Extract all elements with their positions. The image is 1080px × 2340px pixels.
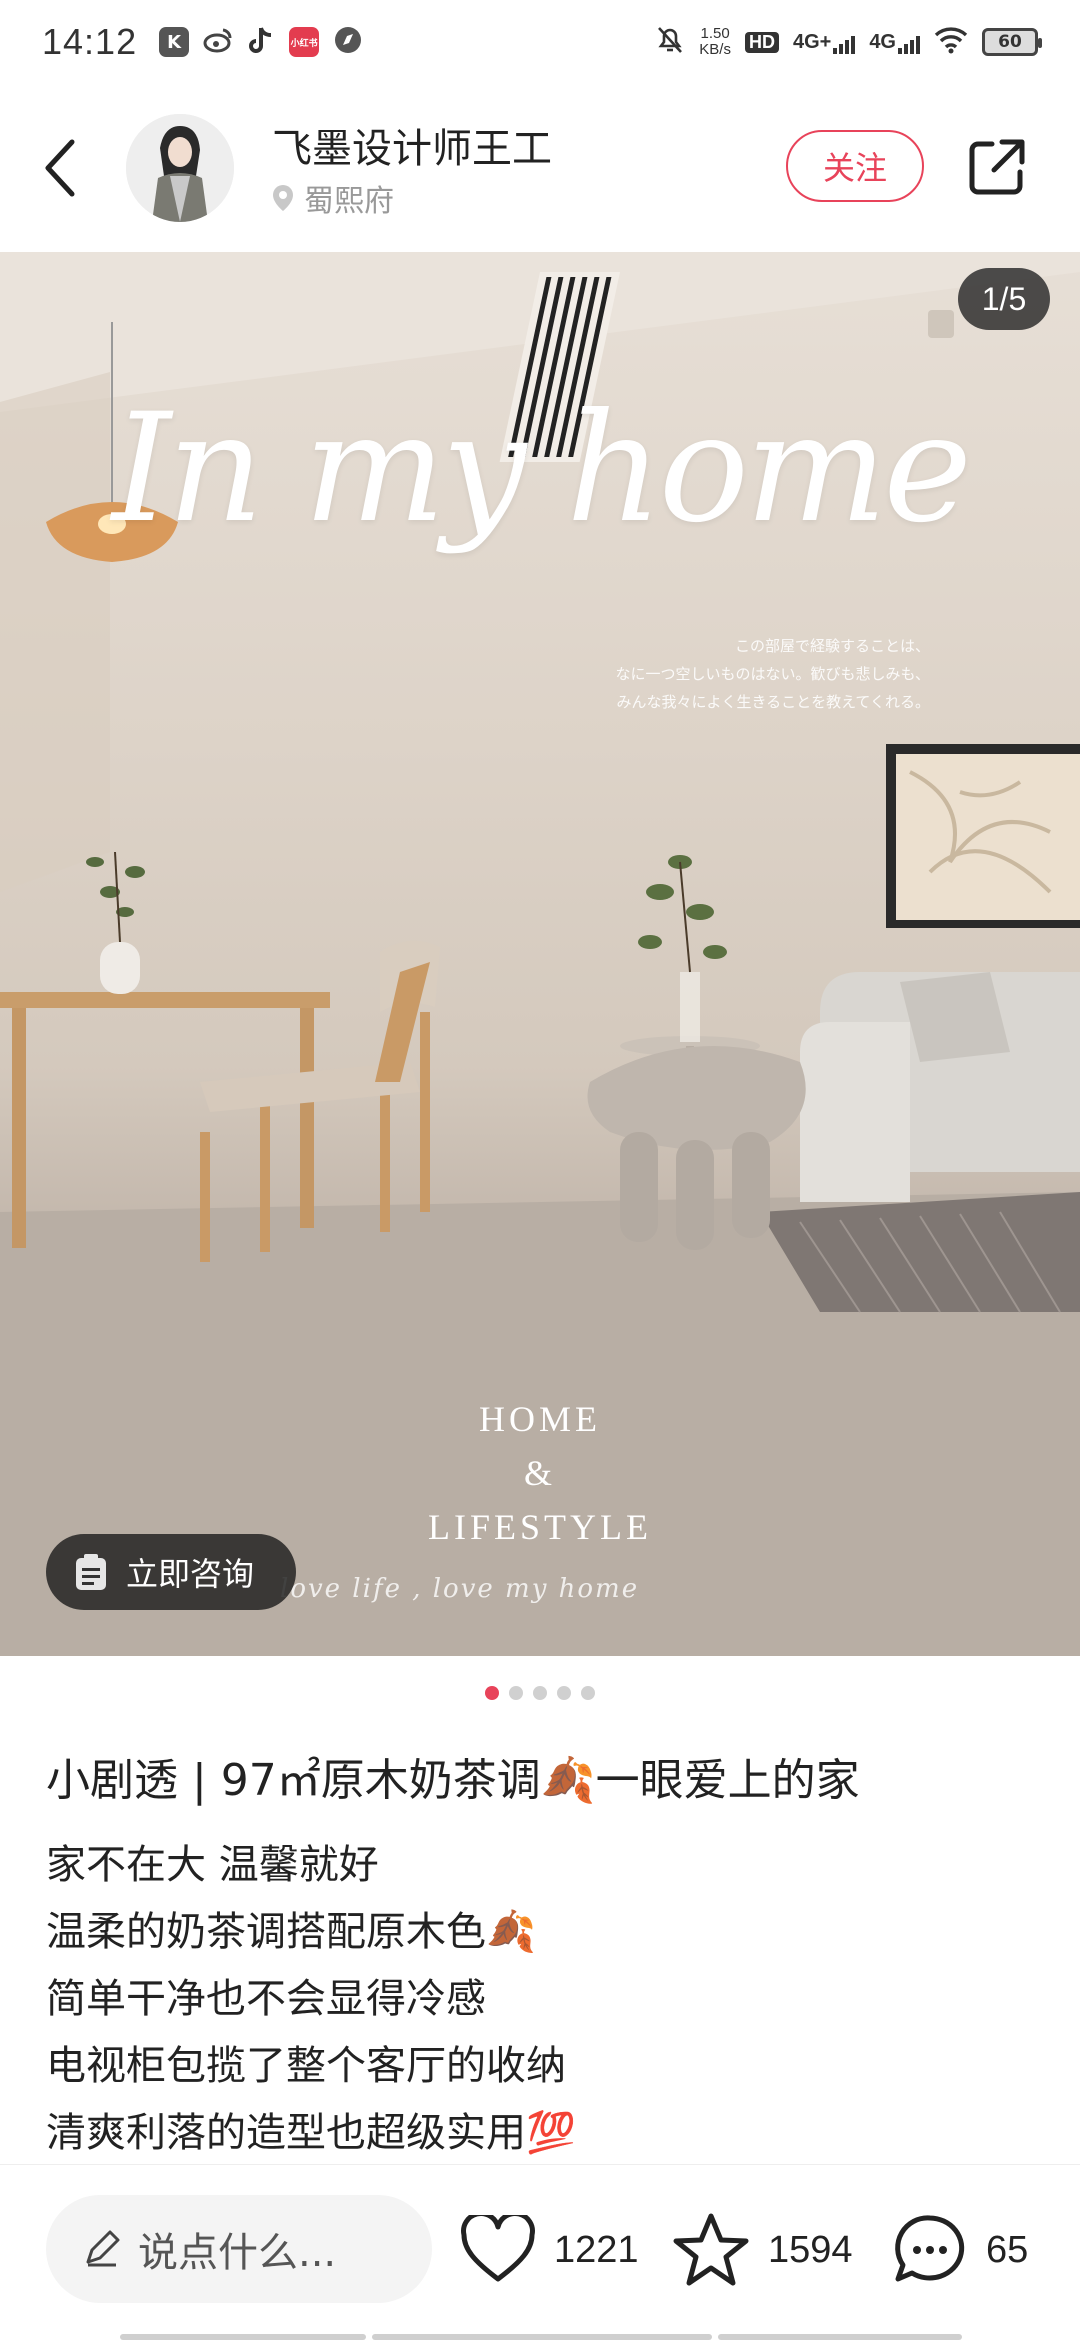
post-body-line: 电视柜包揽了整个客厅的收纳	[46, 2043, 566, 2089]
carousel-dot-active[interactable]	[485, 1686, 499, 1700]
nav-indicator	[372, 2334, 712, 2340]
signal-1: 4G+	[792, 30, 856, 54]
xiaohongshu-icon: 小红书	[289, 27, 320, 57]
heart-icon	[461, 2215, 535, 2282]
collect-button[interactable]: 1594	[672, 2205, 853, 2295]
collect-count: 1594	[768, 2228, 853, 2271]
like-count: 1221	[554, 2228, 639, 2271]
post-body: 家不在大 温馨就好 温柔的奶茶调搭配原木色🍂 简单干净也不会显得冷感 电视柜包揽…	[46, 1832, 1046, 2167]
share-icon	[969, 139, 1025, 195]
chevron-left-icon	[45, 139, 75, 197]
location[interactable]: 蜀熙府	[272, 176, 394, 220]
hd-label: HD	[744, 31, 779, 53]
status-right: 1.50 KB/s HD 4G+ 4G 60	[655, 24, 1042, 60]
speed-unit: KB/s	[699, 41, 731, 58]
battery-icon: 60	[982, 28, 1042, 56]
carousel-dot[interactable]	[533, 1686, 547, 1700]
carousel-dots	[0, 1686, 1080, 1700]
follow-button[interactable]: 关注	[786, 130, 924, 202]
wifi-icon	[934, 26, 968, 58]
mute-icon	[655, 24, 685, 60]
home-line: HOME	[479, 1399, 601, 1439]
post-title: 小剧透 | 97㎡原木奶茶调🍂一眼爱上的家	[46, 1755, 860, 1806]
author-name[interactable]: 飞墨设计师王工	[272, 116, 552, 174]
post-image-carousel[interactable]: In my home この部屋で経験することは、 なに一つ空しいものはない。歓び…	[0, 252, 1080, 1656]
post-header: 飞墨设计师王工 蜀熙府 关注	[0, 84, 1080, 252]
post-body-line: 清爽利落的造型也超级实用💯	[46, 2110, 576, 2156]
carousel-dot[interactable]	[581, 1686, 595, 1700]
japanese-line: みんな我々によく生きることを教えてくれる。	[616, 693, 930, 711]
comment-count: 65	[986, 2228, 1029, 2271]
consult-label: 立即咨询	[126, 1555, 255, 1593]
post-body-line: 温柔的奶茶调搭配原木色🍂	[46, 1909, 536, 1955]
status-bar: 14:12 K 小红书 1.50 KB/s HD 4G+ 4G 60	[0, 0, 1080, 84]
japanese-line: この部屋で経験することは、	[734, 637, 930, 655]
signal-2: 4G	[869, 31, 920, 54]
network-1-label: 4G+	[792, 30, 832, 53]
status-time: 14:12	[42, 21, 138, 62]
post-body-line: 家不在大 温馨就好	[46, 1842, 379, 1888]
tiktok-icon	[247, 25, 275, 59]
carousel-dot[interactable]	[557, 1686, 571, 1700]
signal-bars-icon	[833, 34, 856, 54]
amp-line: &	[523, 1453, 556, 1493]
star-icon	[673, 2213, 749, 2286]
location-pin-icon	[273, 185, 293, 211]
speed-value: 1.50	[700, 25, 730, 42]
like-button[interactable]: 1221	[460, 2205, 639, 2295]
clipboard-icon	[76, 1554, 106, 1590]
avatar-image	[126, 114, 234, 222]
nav-indicator	[718, 2334, 962, 2340]
k-app-icon: K	[159, 27, 190, 57]
nav-indicator	[120, 2334, 366, 2340]
comment-button[interactable]: 65	[892, 2205, 1028, 2295]
weibo-icon	[203, 25, 233, 59]
comment-bubble-icon	[895, 2215, 965, 2282]
network-speed: 1.50 KB/s	[699, 26, 731, 58]
overlay-love-line: love life , love my home	[280, 1574, 640, 1604]
network-2-label: 4G	[869, 30, 896, 53]
overlay-japanese-text: この部屋で経験することは、 なに一つ空しいものはない。歓びも悲しみも、 みんな我…	[615, 632, 930, 716]
carousel-dot[interactable]	[509, 1686, 523, 1700]
back-button[interactable]	[40, 136, 80, 200]
share-button[interactable]	[966, 136, 1028, 198]
compass-icon	[333, 25, 363, 59]
consult-button[interactable]: 立即咨询	[46, 1534, 297, 1610]
post-body-line: 简单干净也不会显得冷感	[46, 1976, 486, 2022]
comment-input[interactable]: 说点什么...	[46, 2195, 432, 2303]
signal-bars-2-icon	[898, 34, 920, 54]
image-counter: 1/5	[958, 268, 1050, 330]
location-label: 蜀熙府	[304, 184, 394, 219]
overlay-script-title: In my home	[111, 382, 972, 556]
overlay-home-lifestyle: HOME & LIFESTYLE	[0, 1392, 1080, 1554]
comment-placeholder: 说点什么...	[138, 2230, 337, 2276]
bottom-action-bar: 说点什么... 1221 1594 65	[0, 2164, 1080, 2340]
japanese-line: なに一つ空しいものはない。歓びも悲しみも、	[615, 665, 930, 683]
notification-icons: K 小红书	[159, 25, 363, 59]
hd-indicator: HD	[744, 31, 779, 53]
avatar[interactable]	[126, 114, 234, 222]
pencil-icon	[86, 2230, 120, 2267]
